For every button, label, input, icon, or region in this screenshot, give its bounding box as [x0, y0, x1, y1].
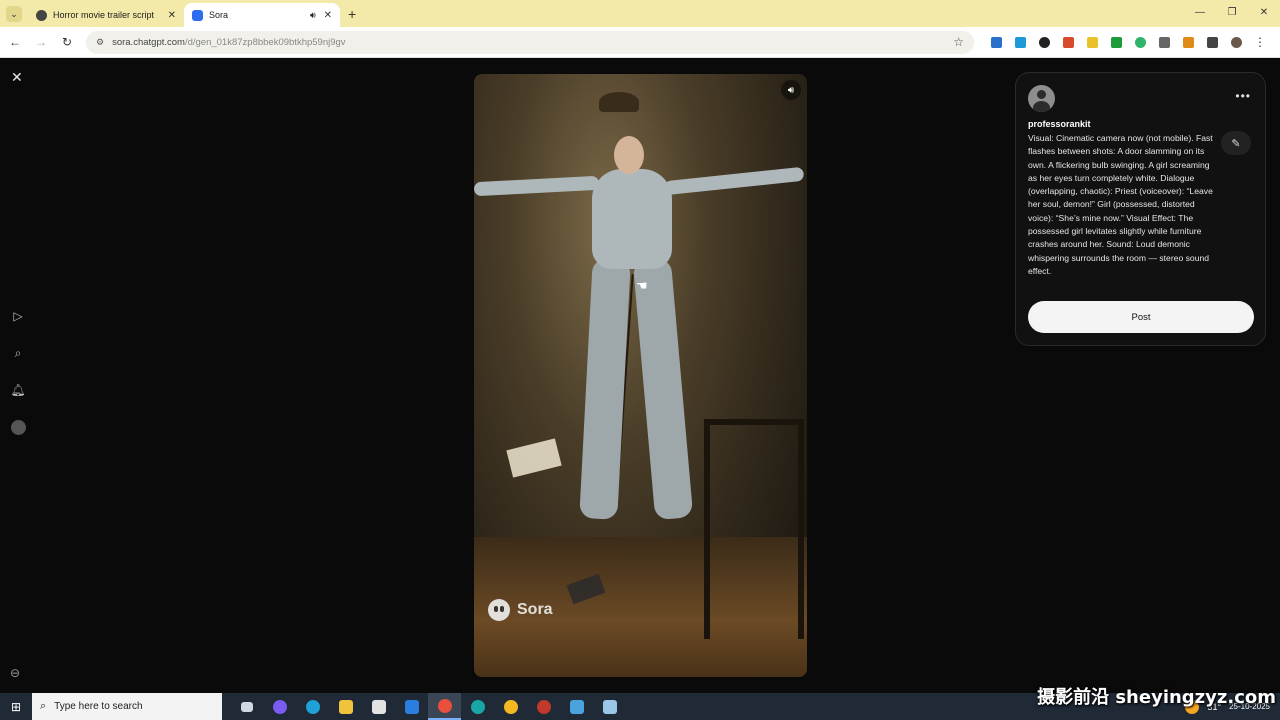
- extensions-area: ⋮: [984, 34, 1272, 50]
- figure-head: [614, 136, 644, 174]
- sora-watermark: Sora: [488, 599, 553, 621]
- extension-5-icon[interactable]: [1080, 34, 1104, 50]
- extension-4-icon[interactable]: [1056, 34, 1080, 50]
- app-icon-12[interactable]: [593, 693, 626, 720]
- copilot-icon[interactable]: [263, 693, 296, 720]
- more-icon[interactable]: ⊖: [10, 666, 20, 680]
- app-icon-9[interactable]: [494, 693, 527, 720]
- store-icon[interactable]: [362, 693, 395, 720]
- new-tab-button[interactable]: +: [348, 6, 356, 22]
- extension-2-icon[interactable]: [1008, 34, 1032, 50]
- browser-toolbar: ← → ↻ ⚙ sora.chatgpt.com/d/gen_01k87zp8b…: [0, 27, 1280, 58]
- profile-avatar-icon[interactable]: [1224, 34, 1248, 50]
- figure-leg-left: [579, 258, 631, 520]
- tab-title: Horror movie trailer script: [53, 10, 155, 20]
- tab-horror-script[interactable]: Horror movie trailer script ✕: [28, 3, 184, 27]
- user-avatar[interactable]: [1028, 85, 1055, 112]
- bell-icon[interactable]: 🔔︎: [10, 382, 26, 398]
- tab-sora[interactable]: Sora 🔊︎ ✕: [184, 3, 340, 27]
- mail-icon[interactable]: [395, 693, 428, 720]
- username[interactable]: professorankit: [1028, 119, 1091, 129]
- url-text: sora.chatgpt.com/d/gen_01k87zp8bbek09btk…: [112, 37, 953, 48]
- prompt-text: Visual: Cinematic camera now (not mobile…: [1028, 133, 1213, 276]
- more-options-icon[interactable]: •••: [1235, 89, 1251, 103]
- ceiling-lamp: [599, 92, 639, 112]
- taskbar-search[interactable]: ⌕ Type here to search: [32, 693, 222, 720]
- window-controls: — ❐ ✕: [1184, 0, 1280, 27]
- chrome-icon[interactable]: [428, 693, 461, 720]
- restore-icon[interactable]: ❐: [1216, 0, 1248, 27]
- minimize-icon[interactable]: —: [1184, 0, 1216, 27]
- site-watermark: 摄影前沿 sheyingzyz.com: [1037, 687, 1276, 708]
- figure-torso: [592, 169, 672, 269]
- reload-icon[interactable]: ↻: [56, 35, 78, 49]
- download-icon[interactable]: [1176, 34, 1200, 50]
- figure-leg-right: [632, 257, 694, 521]
- app-icon-10[interactable]: [527, 693, 560, 720]
- close-tab-icon[interactable]: ✕: [168, 10, 176, 21]
- site-info-icon[interactable]: ⚙: [96, 37, 104, 48]
- chevron-down-icon: ⌄: [10, 8, 18, 19]
- forward-icon[interactable]: →: [30, 35, 52, 49]
- url-host: sora.chatgpt.com: [112, 36, 185, 48]
- play-icon[interactable]: ▷: [10, 308, 26, 324]
- figure-arm-right: [663, 166, 805, 196]
- tab-title: Sora: [209, 10, 229, 20]
- extension-7-icon[interactable]: [1128, 34, 1152, 50]
- extension-3-icon[interactable]: [1032, 34, 1056, 50]
- left-rail: ▷ ⌕ 🔔︎: [10, 308, 26, 435]
- task-view-icon[interactable]: [230, 693, 263, 720]
- close-icon[interactable]: ✕: [11, 69, 23, 86]
- app-icon-11[interactable]: [560, 693, 593, 720]
- tab-search-button[interactable]: ⌄: [6, 6, 22, 22]
- profile-icon[interactable]: [10, 419, 26, 435]
- address-bar[interactable]: ⚙ sora.chatgpt.com/d/gen_01k87zp8bbek09b…: [86, 30, 974, 54]
- sora-logo-icon: [488, 599, 510, 621]
- chatgpt-favicon-icon: [36, 9, 47, 21]
- edit-pencil-icon[interactable]: ✎: [1221, 131, 1251, 155]
- post-button[interactable]: Post: [1028, 301, 1254, 333]
- tab-strip: ⌄ Horror movie trailer script ✕ Sora 🔊︎ …: [0, 0, 1280, 27]
- speaker-icon[interactable]: 🔊︎: [310, 10, 316, 21]
- edge-icon[interactable]: [296, 693, 329, 720]
- menu-kebab-icon[interactable]: ⋮: [1248, 34, 1272, 50]
- volume-icon[interactable]: 🔊︎: [781, 80, 801, 100]
- bookmark-star-icon[interactable]: ☆: [953, 35, 964, 49]
- figure-arm-left: [474, 175, 600, 197]
- extension-6-icon[interactable]: [1104, 34, 1128, 50]
- taskbar-apps: [230, 693, 626, 720]
- close-window-icon[interactable]: ✕: [1248, 0, 1280, 27]
- puzzle-extensions-icon[interactable]: [1152, 34, 1176, 50]
- video-player[interactable]: 🔊︎ ☚ Sora: [474, 74, 807, 677]
- file-explorer-icon[interactable]: [329, 693, 362, 720]
- sora-favicon-icon: [192, 9, 203, 21]
- flying-paper: [506, 438, 562, 478]
- sora-page: ✕ ▷ ⌕ 🔔︎ ⊖ 🔊︎ ☚ Sora ••• professorankit …: [0, 58, 1280, 693]
- close-tab-icon[interactable]: ✕: [324, 10, 332, 21]
- search-placeholder: Type here to search: [54, 701, 143, 712]
- search-icon: ⌕: [40, 700, 47, 712]
- media-controls-icon[interactable]: [1200, 34, 1224, 50]
- wooden-chair: [704, 419, 804, 639]
- details-panel: ••• professorankit Visual: Cinematic cam…: [1015, 72, 1266, 346]
- app-icon-8[interactable]: [461, 693, 494, 720]
- windows-start-icon[interactable]: ⊞: [0, 700, 32, 714]
- back-icon[interactable]: ←: [4, 35, 26, 49]
- mouse-cursor-icon: ☚: [636, 278, 648, 293]
- search-icon[interactable]: ⌕: [10, 345, 26, 361]
- url-path: /d/gen_01k87zp8bbek09btkhp59nj9gv: [184, 36, 346, 48]
- extension-1-icon[interactable]: [984, 34, 1008, 50]
- watermark-text: Sora: [517, 601, 553, 618]
